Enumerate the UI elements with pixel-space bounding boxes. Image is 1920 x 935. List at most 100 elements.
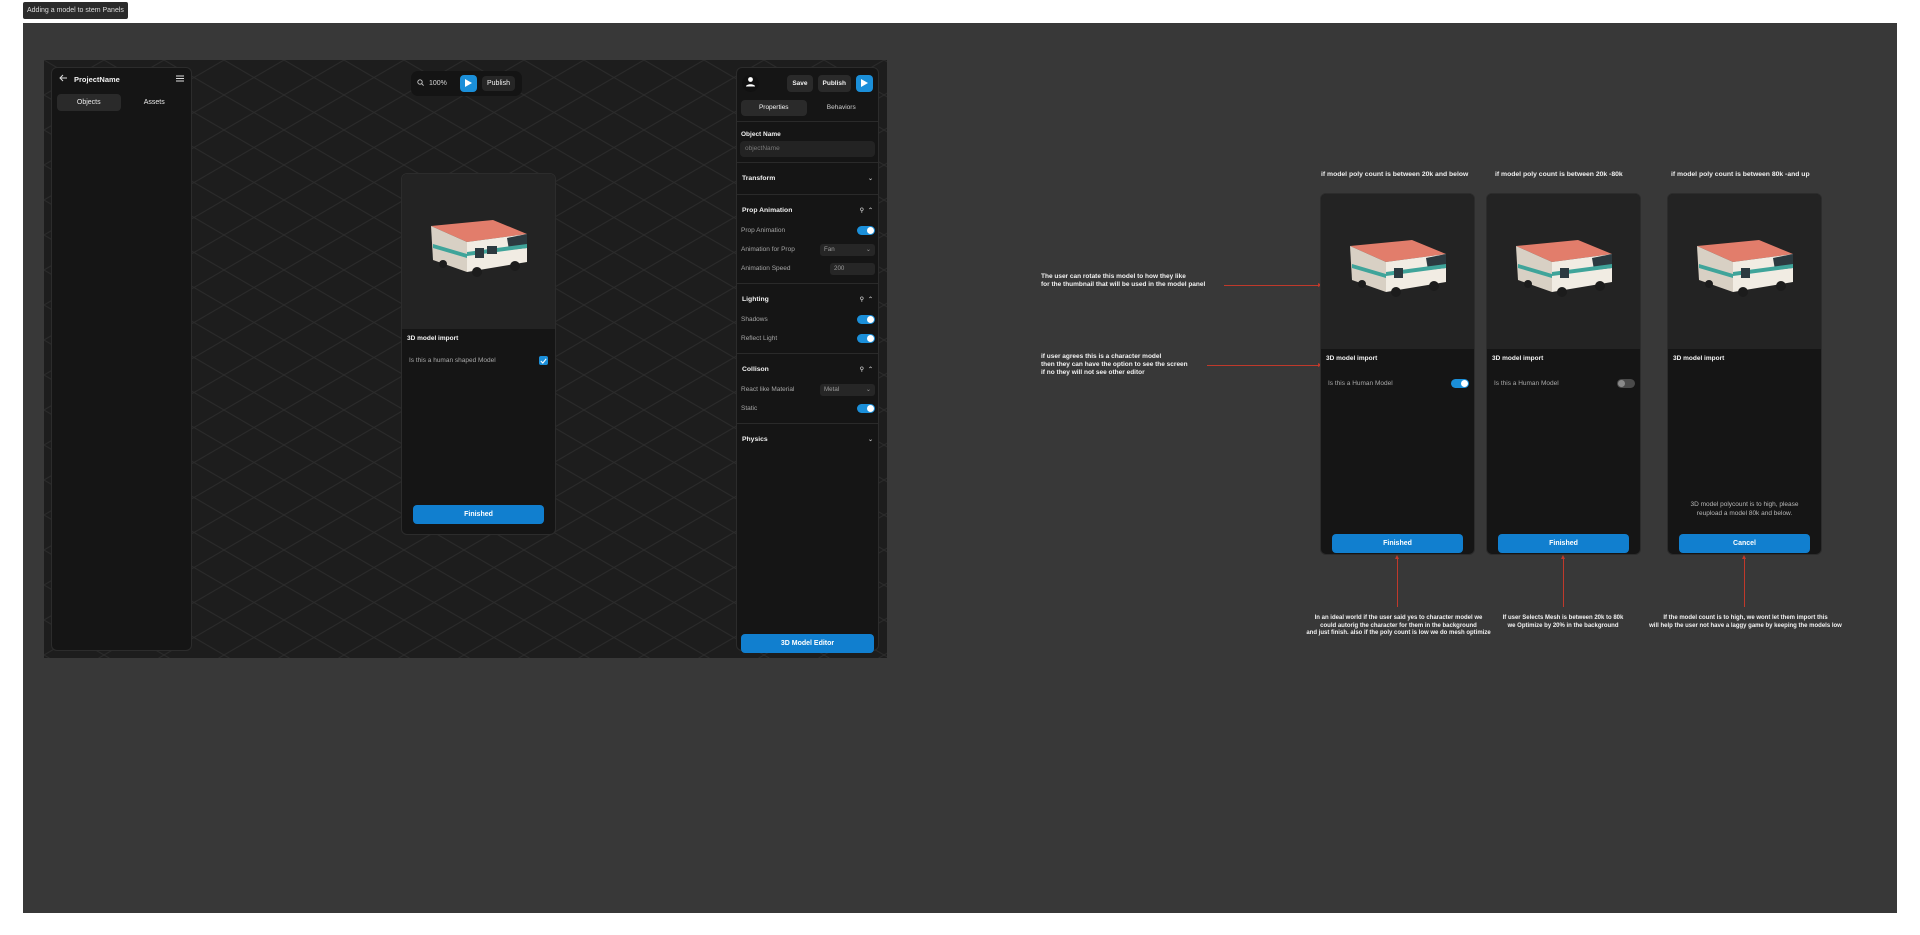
model-preview[interactable] [1487,194,1640,349]
polycount-warning: 3D model polycount is to high, please re… [1668,500,1821,518]
3d-model-editor-button[interactable]: 3D Model Editor [741,634,874,653]
warning-line: 3D model polycount is to high, please [1690,501,1799,508]
case-3-note-line: If the model count is to high, we wont l… [1663,615,1828,621]
menu-icon[interactable] [176,75,184,84]
card-title: 3D model import [1326,355,1378,362]
static-toggle[interactable] [857,404,875,413]
frame-label: Adding a model to stem Panels [23,2,128,19]
import-modal: 3D model import Is this a human shaped M… [401,173,556,535]
prop-row-prop-animation: Prop Animation [737,221,878,240]
left-panel-header: ProjectName [52,68,191,90]
pin-icon[interactable]: ⚲ [860,207,864,214]
human-question-label: Is this a Human Model [1494,380,1559,387]
case-1-note-line: and just finish. also if the poly count … [1306,630,1491,636]
section-physics-label: Physics [742,436,768,443]
properties-tabs: Properties Behaviors [741,100,874,116]
viewport-toolbar: 100% Publish [411,71,522,96]
model-preview[interactable] [1321,194,1474,349]
case-2-note-line: we Optimize by 20% in the background [1507,622,1619,629]
case-card-mid-poly: 3D model import Is this a Human Model Fi… [1486,193,1641,555]
prop-row-shadows: Shadows [737,310,878,329]
search-icon [417,79,424,88]
case-3-label: if model poly count is between 80k -and … [1671,171,1810,178]
section-physics[interactable]: Physics ⌄ [737,429,878,450]
human-model-toggle[interactable] [1451,379,1469,388]
annotation-connector [1207,365,1319,366]
react-like-material-value: Metal [824,385,840,393]
cancel-button[interactable]: Cancel [1679,534,1810,553]
case-2-note: If user Selects Mesh is between 20k to 8… [1488,615,1638,630]
section-collision-label: Collison [742,366,769,373]
object-name-label: Object Name [741,131,781,138]
pin-icon[interactable]: ⚲ [860,366,864,373]
divider [737,162,878,163]
section-lighting[interactable]: Lighting ⚲ ⌃ [737,289,878,310]
prop-animation-toggle[interactable] [857,226,875,235]
divider [737,121,878,122]
static-label: Static [741,405,758,412]
finished-button[interactable]: Finished [413,505,544,524]
section-prop-animation-label: Prop Animation [742,207,793,214]
human-checkbox[interactable] [539,356,548,365]
shadows-toggle[interactable] [857,315,875,324]
section-collision[interactable]: Collison ⚲ ⌃ [737,359,878,380]
save-button[interactable]: Save [787,74,813,92]
card-title: 3D model import [1673,355,1725,362]
human-question-label: Is this a human shaped Model [409,357,496,364]
tab-objects[interactable]: Objects [57,94,121,111]
case-1-note: In an ideal world if the user said yes t… [1286,615,1511,638]
animation-for-prop-select[interactable]: Fan ⌄ [820,243,875,256]
character-note: if user agrees this is a character model… [1041,353,1188,377]
chevron-down-icon: ⌄ [867,176,873,182]
case-2-label: if model poly count is between 20k -80k [1495,171,1623,178]
prop-row-animation-speed: Animation Speed 200 [737,259,878,278]
case-3-note-line: will help the user not have a laggy game… [1649,622,1842,629]
section-prop-animation[interactable]: Prop Animation ⚲ ⌃ [737,200,878,221]
arrow-left-icon[interactable] [59,74,68,84]
annotation-connector [1563,558,1564,607]
annotation-connector [1224,285,1319,286]
object-name-input[interactable]: objectName [740,141,875,157]
rv-model-thumbnail [423,214,535,289]
zoom-level: 100% [429,80,447,87]
reflect-light-toggle[interactable] [857,334,875,343]
properties-panel: Save Publish Properties Behaviors Object… [736,67,879,653]
annotation-connector [1397,558,1398,607]
warning-line: reupload a model 80k and below. [1696,510,1793,517]
chevron-up-icon: ⌃ [867,208,873,214]
zoom-control[interactable]: 100% [417,76,455,91]
play-button[interactable] [460,75,477,92]
publish-button[interactable]: Publish [482,76,515,91]
animation-speed-input[interactable]: 200 [830,262,875,275]
human-model-toggle[interactable] [1617,379,1635,388]
animation-for-prop-label: Animation for Prop [741,246,795,253]
rotate-note-line: The user can rotate this model to how th… [1041,273,1186,280]
editor-mockup: ProjectName Objects Assets 100% Publish [44,60,887,658]
human-question-label: Is this a Human Model [1328,380,1393,387]
finished-button[interactable]: Finished [1498,534,1629,553]
case-2-note-line: If user Selects Mesh is between 20k to 8… [1502,615,1624,621]
reflect-light-label: Reflect Light [741,335,778,342]
divider [737,194,878,195]
tab-behaviors[interactable]: Behaviors [809,100,875,116]
tab-assets[interactable]: Assets [123,94,187,111]
case-card-low-poly: 3D model import Is this a Human Model Fi… [1320,193,1475,555]
animation-speed-label: Animation Speed [741,265,791,272]
prop-row-static: Static [737,399,878,418]
model-preview[interactable] [402,174,555,329]
avatar[interactable] [742,74,759,92]
rv-model-thumbnail [1689,234,1801,309]
pin-icon[interactable]: ⚲ [860,296,864,303]
publish-button-panel[interactable]: Publish [817,74,851,92]
section-transform[interactable]: Transform ⌄ [737,168,878,189]
divider [737,423,878,424]
play-button-panel[interactable] [856,74,873,92]
tab-properties[interactable]: Properties [741,100,807,116]
divider [737,353,878,354]
annotation-connector [1744,558,1745,607]
react-like-material-select[interactable]: Metal ⌄ [820,383,875,396]
case-1-note-line: In an ideal world if the user said yes t… [1314,615,1483,621]
user-icon [745,74,756,92]
model-preview[interactable] [1668,194,1821,349]
finished-button[interactable]: Finished [1332,534,1463,553]
